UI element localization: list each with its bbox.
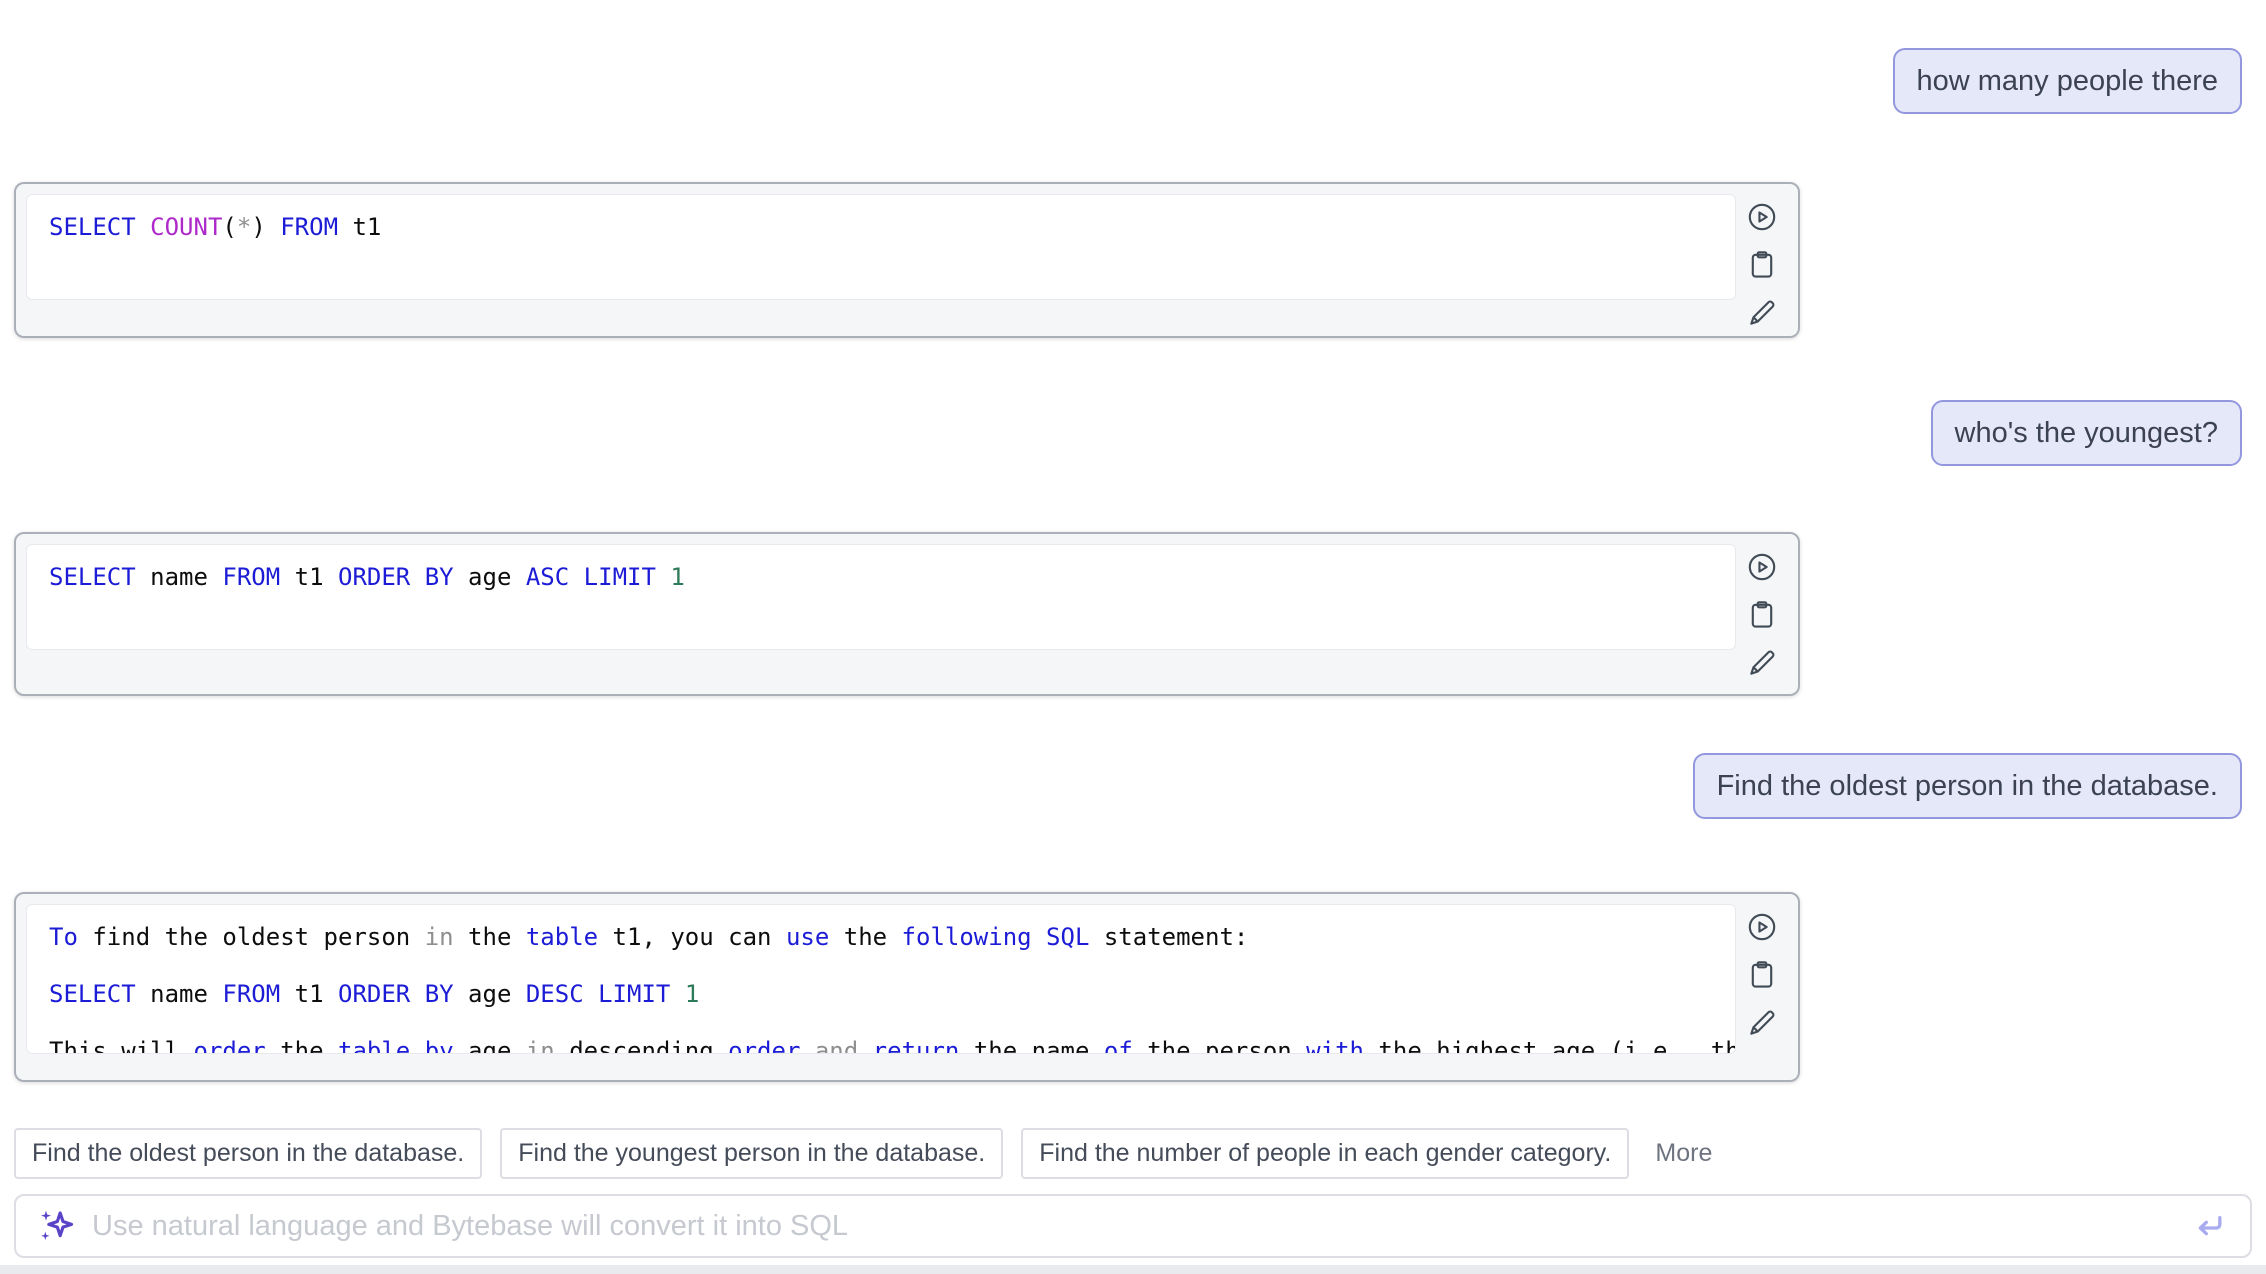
suggestion-chip-gender-count[interactable]: Find the number of people in each gender… [1021, 1128, 1629, 1179]
sql-response-card: To find the oldest person in the table t… [14, 892, 1800, 1082]
play-circle-icon [1745, 200, 1779, 234]
copy-sql-button[interactable] [1744, 597, 1780, 633]
sql-code-line: SELECT COUNT(*) FROM t1 [49, 209, 1713, 245]
user-message-bubble: Find the oldest person in the database. [1693, 753, 2242, 819]
clipboard-icon [1745, 598, 1779, 632]
suggestion-chip-oldest[interactable]: Find the oldest person in the database. [14, 1128, 482, 1179]
bottom-panel-edge [0, 1265, 2266, 1274]
sql-code-line: SELECT name FROM t1 ORDER BY age DESC LI… [49, 976, 1713, 1012]
nl-to-sql-input[interactable] [90, 1209, 2174, 1244]
card-action-column [1736, 194, 1788, 331]
clipboard-icon [1745, 248, 1779, 282]
response-text-line: To find the oldest person in the table t… [49, 919, 1713, 955]
copy-sql-button[interactable] [1744, 247, 1780, 283]
pencil-icon [1745, 296, 1779, 330]
edit-sql-button[interactable] [1744, 1005, 1780, 1041]
sql-code-editor[interactable]: To find the oldest person in the table t… [26, 904, 1736, 1054]
sql-code-editor[interactable]: SELECT COUNT(*) FROM t1 [26, 194, 1736, 300]
play-circle-icon [1745, 910, 1779, 944]
sql-response-card: SELECT name FROM t1 ORDER BY age ASC LIM… [14, 532, 1800, 696]
run-query-button[interactable] [1744, 549, 1780, 585]
submit-prompt-button[interactable] [2188, 1205, 2230, 1247]
suggestion-chip-row: Find the oldest person in the database. … [14, 1128, 2252, 1179]
suggestion-chip-youngest[interactable]: Find the youngest person in the database… [500, 1128, 1003, 1179]
run-query-button[interactable] [1744, 199, 1780, 235]
card-action-column [1736, 544, 1788, 681]
edit-sql-button[interactable] [1744, 645, 1780, 681]
ai-prompt-bar [14, 1194, 2252, 1258]
user-message-bubble: how many people there [1893, 48, 2242, 114]
play-circle-icon [1745, 550, 1779, 584]
card-action-column [1736, 904, 1788, 1041]
edit-sql-button[interactable] [1744, 295, 1780, 331]
pencil-icon [1745, 646, 1779, 680]
sql-code-editor[interactable]: SELECT name FROM t1 ORDER BY age ASC LIM… [26, 544, 1736, 650]
sparkles-icon [36, 1206, 76, 1246]
pencil-icon [1745, 1006, 1779, 1040]
sql-response-card: SELECT COUNT(*) FROM t1 [14, 182, 1800, 338]
response-text-line: This will order the table by age in desc… [49, 1033, 1713, 1054]
user-message-bubble: who's the youngest? [1931, 400, 2243, 466]
return-arrow-icon [2189, 1206, 2229, 1246]
copy-sql-button[interactable] [1744, 957, 1780, 993]
more-suggestions-link[interactable]: More [1647, 1131, 1720, 1176]
run-query-button[interactable] [1744, 909, 1780, 945]
sql-code-line: SELECT name FROM t1 ORDER BY age ASC LIM… [49, 559, 1713, 595]
clipboard-icon [1745, 958, 1779, 992]
